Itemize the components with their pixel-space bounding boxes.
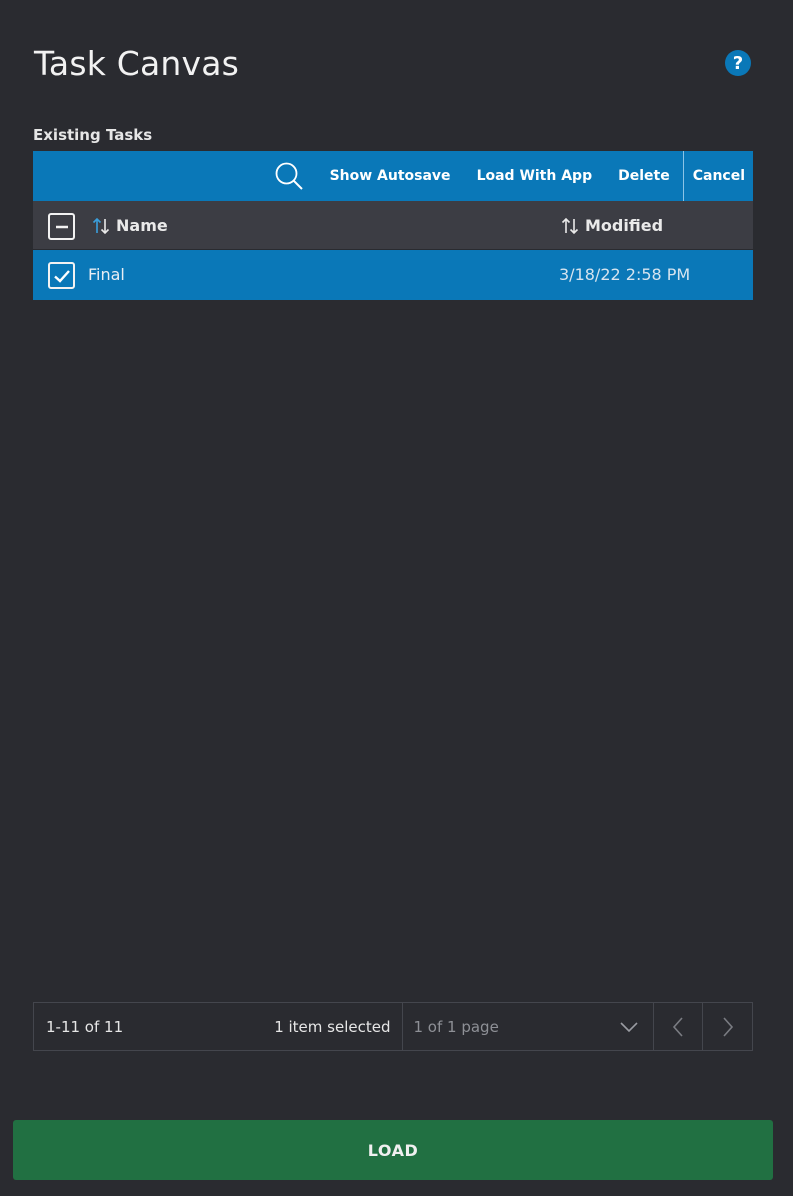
- show-autosave-button[interactable]: Show Autosave: [317, 151, 464, 201]
- item-range: 1-11 of 11: [46, 1017, 124, 1036]
- pagination-summary: 1-11 of 11 1 item selected: [34, 1003, 404, 1050]
- next-page-button[interactable]: [703, 1003, 752, 1050]
- load-button[interactable]: LOAD: [13, 1120, 773, 1180]
- load-with-app-button[interactable]: Load With App: [464, 151, 606, 201]
- task-name-cell: Final: [88, 265, 125, 284]
- checkbox-checked-icon[interactable]: [48, 262, 75, 289]
- table-toolbar: Show Autosave Load With App Delete Cance…: [33, 151, 753, 201]
- sort-icon[interactable]: [560, 217, 580, 235]
- checkbox-indeterminate-icon[interactable]: [48, 213, 75, 240]
- task-modified-cell: 3/18/22 2:58 PM: [559, 265, 691, 284]
- column-header-name[interactable]: Name: [116, 216, 168, 235]
- prev-page-button[interactable]: [654, 1003, 704, 1050]
- column-header-modified[interactable]: Modified: [585, 216, 663, 235]
- chevron-right-icon: [722, 1016, 733, 1037]
- delete-button[interactable]: Delete: [605, 151, 683, 201]
- selection-count: 1 item selected: [274, 1017, 391, 1036]
- page-select[interactable]: 1 of 1 page: [403, 1003, 655, 1050]
- table-row[interactable]: Final 3/18/22 2:58 PM: [33, 250, 753, 300]
- help-icon[interactable]: ?: [725, 50, 751, 76]
- page-title: Task Canvas: [34, 44, 240, 83]
- chevron-down-icon: [620, 1021, 638, 1032]
- sort-icon[interactable]: [91, 217, 111, 235]
- table-header-row: Name Modified: [33, 201, 753, 250]
- search-icon[interactable]: [269, 151, 309, 201]
- chevron-left-icon: [673, 1016, 683, 1037]
- section-label: Existing Tasks: [33, 126, 153, 144]
- page-select-value: 1 of 1 page: [413, 1017, 499, 1036]
- cancel-button[interactable]: Cancel: [682, 151, 753, 201]
- pagination-bar: 1-11 of 11 1 item selected 1 of 1 page: [33, 1002, 753, 1051]
